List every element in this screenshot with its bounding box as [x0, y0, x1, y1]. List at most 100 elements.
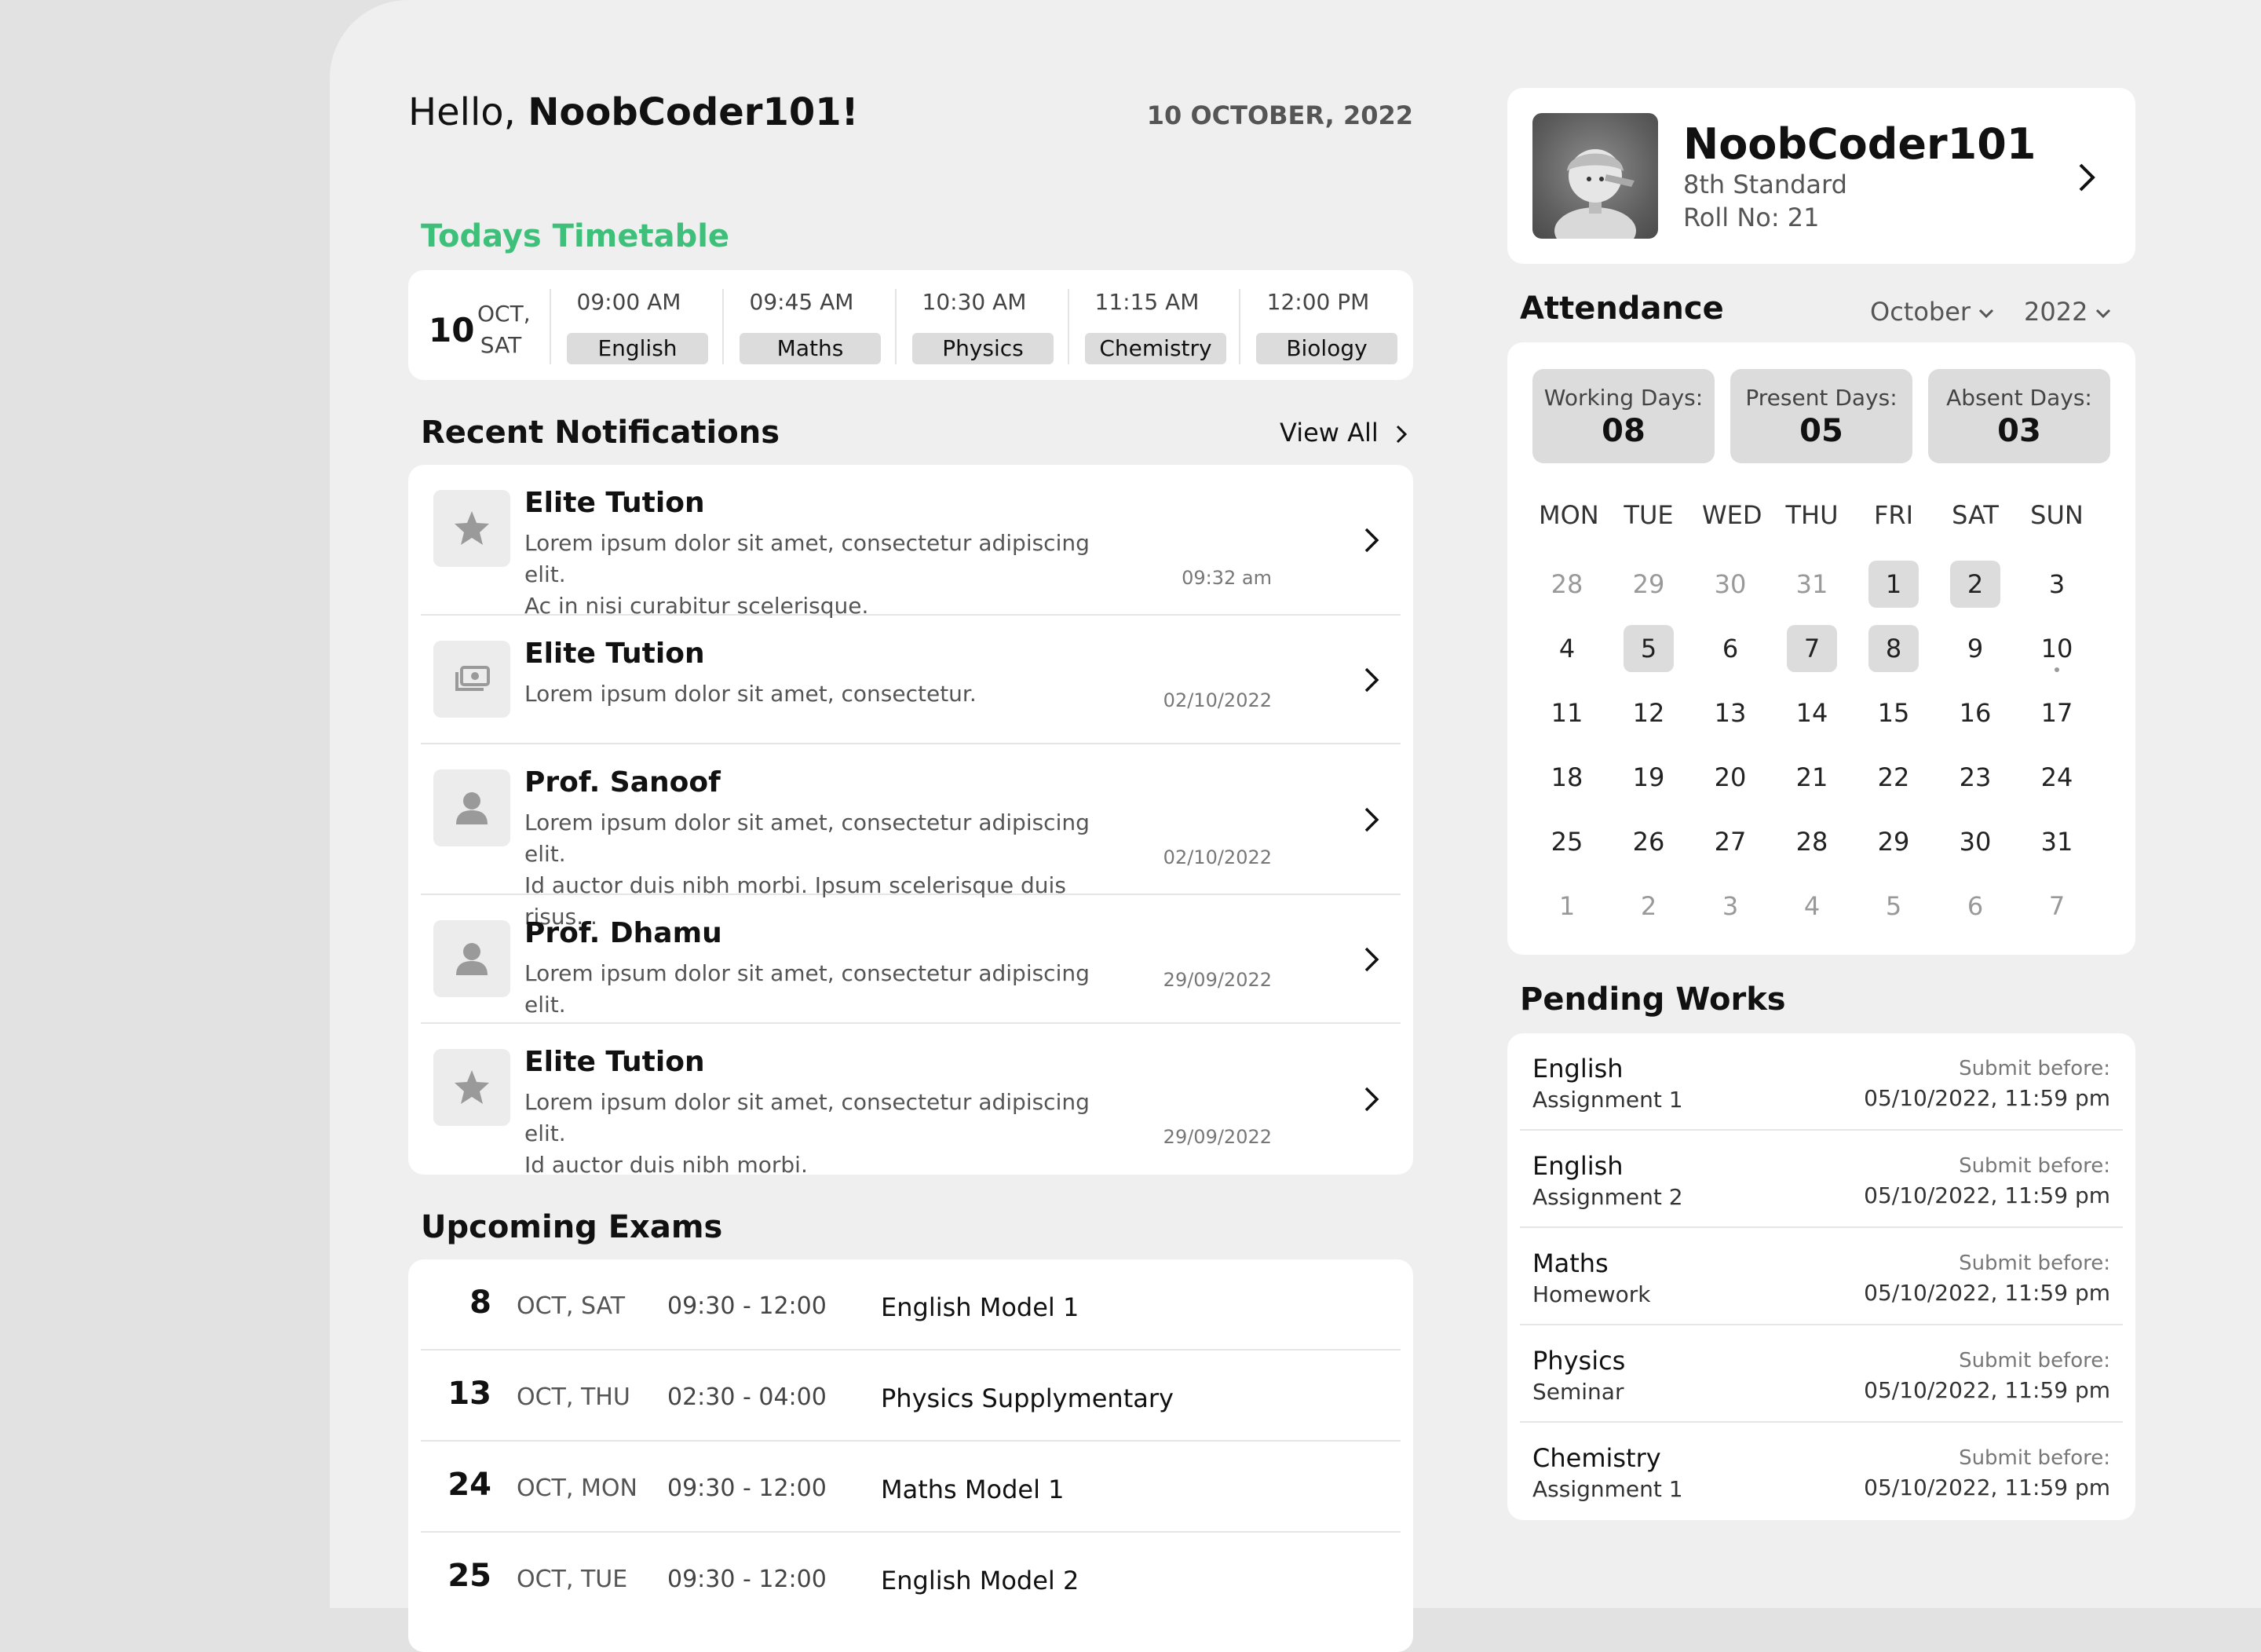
- calendar-day[interactable]: 23: [1947, 754, 2003, 801]
- exam-row[interactable]: 25 OCT, TUE 09:30 - 12:00 English Model …: [421, 1533, 1401, 1624]
- stat-value: 03: [1997, 413, 2041, 449]
- calendar-day-present[interactable]: 8: [1868, 625, 1919, 672]
- calendar-day[interactable]: 14: [1784, 689, 1840, 736]
- notification-item[interactable]: Prof. Sanoof Lorem ipsum dolor sit amet,…: [421, 744, 1401, 930]
- calendar-day-present[interactable]: 5: [1624, 625, 1674, 672]
- slot-subject: Chemistry: [1085, 333, 1226, 364]
- exam-weekday: OCT, THU: [517, 1383, 630, 1411]
- profile-card[interactable]: NoobCoder101 8th Standard Roll No: 21: [1507, 88, 2135, 264]
- calendar-day[interactable]: 6: [1947, 883, 2003, 930]
- calendar-day[interactable]: 12: [1620, 689, 1677, 736]
- slot-time: 10:30 AM: [922, 289, 1027, 315]
- calendar-day-present[interactable]: 1: [1868, 561, 1919, 608]
- avatar-figure-icon: [1554, 149, 1636, 239]
- calendar-day[interactable]: 17: [2029, 689, 2085, 736]
- stat-working-days: Working Days: 08: [1532, 369, 1715, 463]
- chevron-right-icon[interactable]: [1360, 804, 1383, 835]
- calendar-day[interactable]: 27: [1702, 818, 1759, 865]
- calendar-day[interactable]: 21: [1784, 754, 1840, 801]
- month-select[interactable]: October: [1870, 297, 1994, 327]
- calendar-day[interactable]: 3: [1702, 883, 1759, 930]
- notification-item[interactable]: Elite Tution Lorem ipsum dolor sit amet,…: [421, 465, 1401, 619]
- calendar-day[interactable]: 29: [1865, 818, 1922, 865]
- exam-name: Physics Supplymentary: [881, 1383, 1174, 1413]
- view-all-link[interactable]: View All: [1280, 418, 1408, 448]
- calendar-day[interactable]: 4: [1539, 625, 1595, 672]
- year-select[interactable]: 2022: [2024, 297, 2111, 327]
- timetable-slot[interactable]: 09:00 AM English: [550, 289, 708, 364]
- calendar-day[interactable]: 25: [1539, 818, 1595, 865]
- notification-sender: Prof. Dhamu: [524, 917, 722, 949]
- timetable-slot[interactable]: 11:15 AM Chemistry: [1068, 289, 1226, 364]
- pending-item[interactable]: English Assignment 1 Submit before: 05/1…: [1520, 1033, 2123, 1131]
- timetable-slot[interactable]: 09:45 AM Maths: [722, 289, 881, 364]
- money-icon: [455, 666, 490, 691]
- calendar-day[interactable]: 24: [2029, 754, 2085, 801]
- pending-label: Submit before:: [1959, 1349, 2110, 1372]
- timetable-slot[interactable]: 10:30 AM Physics: [895, 289, 1054, 364]
- calendar-day[interactable]: 30: [1702, 561, 1759, 608]
- calendar-day[interactable]: 31: [2029, 818, 2085, 865]
- calendar-day[interactable]: 19: [1620, 754, 1677, 801]
- pending-item[interactable]: Maths Homework Submit before: 05/10/2022…: [1520, 1228, 2123, 1325]
- calendar-day[interactable]: 2: [1620, 883, 1677, 930]
- calendar-day[interactable]: 15: [1865, 689, 1922, 736]
- timetable-month: OCT,: [477, 301, 531, 327]
- exam-time: 09:30 - 12:00: [667, 1566, 827, 1593]
- chevron-right-icon[interactable]: [1360, 524, 1383, 556]
- attendance-title: Attendance: [1520, 291, 1724, 327]
- exam-time: 09:30 - 12:00: [667, 1292, 827, 1320]
- notification-item[interactable]: Prof. Dhamu Lorem ipsum dolor sit amet, …: [421, 895, 1401, 1024]
- slot-subject: Biology: [1256, 333, 1397, 364]
- slot-time: 09:45 AM: [749, 289, 854, 315]
- pending-item[interactable]: Physics Seminar Submit before: 05/10/202…: [1520, 1325, 2123, 1423]
- pending-item[interactable]: Chemistry Assignment 1 Submit before: 05…: [1520, 1423, 2123, 1520]
- calendar-day-present[interactable]: 2: [1950, 561, 2000, 608]
- calendar-day[interactable]: 4: [1784, 883, 1840, 930]
- calendar-day[interactable]: 26: [1620, 818, 1677, 865]
- exam-row[interactable]: 13 OCT, THU 02:30 - 04:00 Physics Supply…: [421, 1350, 1401, 1442]
- timetable-title: Todays Timetable: [421, 218, 730, 254]
- calendar-day[interactable]: 1: [1539, 883, 1595, 930]
- exam-weekday: OCT, TUE: [517, 1566, 628, 1593]
- timetable-day-label: OCT, SAT: [477, 298, 531, 361]
- chevron-right-icon[interactable]: [1360, 664, 1383, 696]
- calendar-day[interactable]: 5: [1865, 883, 1922, 930]
- chevron-right-icon[interactable]: [1360, 944, 1383, 975]
- calendar-weekday: MON: [1539, 500, 1599, 530]
- chevron-right-icon[interactable]: [1360, 1084, 1383, 1115]
- pending-label: Submit before:: [1959, 1057, 2110, 1080]
- calendar-day[interactable]: 13: [1702, 689, 1759, 736]
- star-icon: [455, 511, 489, 545]
- calendar-day[interactable]: 28: [1539, 561, 1595, 608]
- calendar-day[interactable]: 28: [1784, 818, 1840, 865]
- notification-item[interactable]: Elite Tution Lorem ipsum dolor sit amet,…: [421, 616, 1401, 744]
- calendar-day[interactable]: 6: [1702, 625, 1759, 672]
- person-icon: [456, 943, 488, 975]
- calendar-day[interactable]: 7: [2029, 883, 2085, 930]
- calendar-day[interactable]: 11: [1539, 689, 1595, 736]
- notification-line: Id auctor duis nibh morbi.: [524, 1152, 808, 1178]
- calendar-day[interactable]: 9: [1947, 625, 2003, 672]
- notification-sender: Elite Tution: [524, 1046, 705, 1078]
- calendar-day[interactable]: 29: [1620, 561, 1677, 608]
- profile-standard: 8th Standard: [1683, 170, 1847, 199]
- calendar-day[interactable]: 10: [2029, 625, 2085, 672]
- chevron-right-icon[interactable]: [2074, 160, 2098, 195]
- notification-item[interactable]: Elite Tution Lorem ipsum dolor sit amet,…: [421, 1024, 1401, 1178]
- calendar-day[interactable]: 22: [1865, 754, 1922, 801]
- calendar-day[interactable]: 3: [2029, 561, 2085, 608]
- exam-row[interactable]: 8 OCT, SAT 09:30 - 12:00 English Model 1: [421, 1259, 1401, 1350]
- calendar-day[interactable]: 20: [1702, 754, 1759, 801]
- pending-subject: English: [1532, 1151, 1624, 1181]
- calendar-day[interactable]: 31: [1784, 561, 1840, 608]
- pending-item[interactable]: English Assignment 2 Submit before: 05/1…: [1520, 1131, 2123, 1228]
- month-select-value: October: [1870, 297, 1971, 327]
- notification-time: 02/10/2022: [1163, 846, 1272, 868]
- calendar-day[interactable]: 16: [1947, 689, 2003, 736]
- calendar-day[interactable]: 30: [1947, 818, 2003, 865]
- calendar-day[interactable]: 18: [1539, 754, 1595, 801]
- exam-row[interactable]: 24 OCT, MON 09:30 - 12:00 Maths Model 1: [421, 1442, 1401, 1533]
- calendar-day-present[interactable]: 7: [1787, 625, 1837, 672]
- timetable-slot[interactable]: 12:00 PM Biology: [1239, 289, 1397, 364]
